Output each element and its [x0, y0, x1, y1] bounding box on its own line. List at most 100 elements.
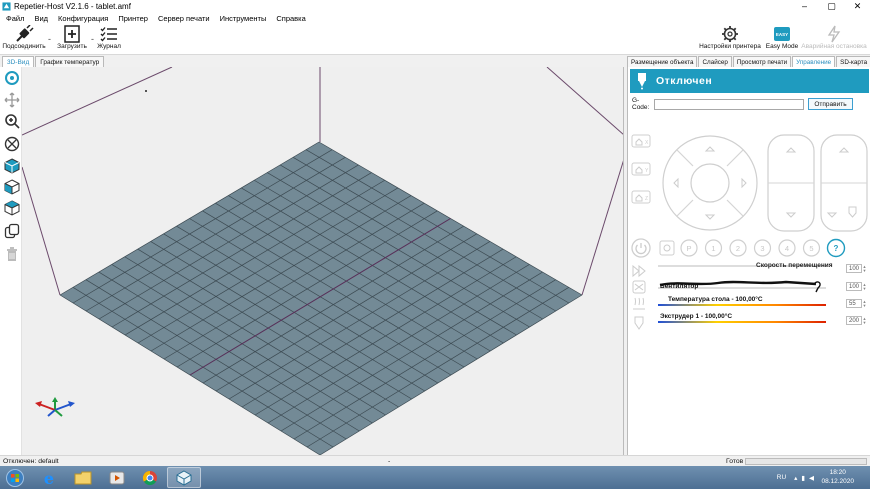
- trash-icon: [6, 246, 17, 261]
- load-label: Загрузить: [57, 43, 87, 50]
- status-middle: -: [388, 457, 391, 465]
- tab-3d-view[interactable]: 3D-Вид: [2, 56, 35, 67]
- clock-time: 18:20: [829, 469, 846, 476]
- extruder-temp-value[interactable]: 200: [846, 316, 862, 325]
- taskbar-repetier[interactable]: [167, 467, 201, 488]
- home-x-button[interactable]: X: [631, 134, 651, 148]
- fit-icon: [4, 136, 19, 151]
- menu-tools[interactable]: Инструменты: [220, 14, 267, 23]
- xy-jog-pad[interactable]: [660, 133, 760, 233]
- zoom-tool[interactable]: [3, 112, 20, 129]
- menu-view[interactable]: Вид: [34, 14, 48, 23]
- extruder-temp-label: Экструдер 1 - 100,00°C: [660, 313, 733, 320]
- menu-print-server[interactable]: Сервер печати: [158, 14, 210, 23]
- view-front-tool[interactable]: [3, 178, 20, 195]
- menu-file[interactable]: Файл: [6, 14, 24, 23]
- connection-status-header: Отключен: [630, 69, 869, 93]
- load-button[interactable]: Загрузить: [54, 25, 90, 55]
- folder-icon: [74, 471, 92, 484]
- home-z-button[interactable]: Z: [631, 190, 651, 204]
- fan-spinner[interactable]: ▲ ▼: [862, 282, 867, 291]
- taskbar-media[interactable]: [100, 467, 134, 488]
- home-y-button[interactable]: Y: [631, 162, 651, 176]
- view-iso-tool[interactable]: [3, 157, 20, 174]
- motors-off-button[interactable]: [659, 240, 675, 256]
- gear-icon: [722, 26, 738, 42]
- maximize-button[interactable]: ▢: [818, 0, 845, 12]
- bed-temp-value[interactable]: 55: [846, 299, 862, 308]
- clock-date: 08.12.2020: [821, 478, 854, 485]
- printer-settings-button[interactable]: Настройки принтера: [698, 25, 762, 55]
- svg-text:5: 5: [809, 244, 813, 253]
- delete-object-tool[interactable]: [3, 245, 20, 262]
- tab-slicer[interactable]: Слайсер: [698, 56, 732, 67]
- move-tool[interactable]: [3, 91, 20, 108]
- gcode-input[interactable]: [654, 98, 804, 110]
- language-indicator[interactable]: RU: [777, 474, 786, 481]
- home-buttons: X Y Z: [631, 134, 651, 204]
- svg-text:?: ?: [834, 244, 839, 253]
- menu-config[interactable]: Конфигурация: [58, 14, 108, 23]
- close-button[interactable]: ✕: [844, 0, 870, 12]
- speed-spinner[interactable]: ▲ ▼: [862, 264, 867, 273]
- volume-edge-top-left: [22, 67, 173, 136]
- tab-temperature-graph[interactable]: График температур: [35, 56, 105, 67]
- start-button[interactable]: [2, 467, 28, 488]
- send-button[interactable]: Отправить: [808, 98, 853, 110]
- park-button[interactable]: P: [680, 239, 698, 257]
- extruder-3-button[interactable]: 3: [753, 239, 772, 257]
- tab-print-preview[interactable]: Просмотр печати: [732, 56, 792, 67]
- maximize-icon: ▢: [827, 0, 836, 11]
- tab-manual-control[interactable]: Управление: [792, 56, 836, 67]
- tab-sd-card[interactable]: SD-карта: [836, 56, 870, 67]
- taskbar-ie[interactable]: e: [32, 467, 66, 488]
- extruder-1-button[interactable]: 1: [704, 239, 723, 257]
- speed-value[interactable]: 100: [846, 264, 862, 273]
- extruder-4-button[interactable]: 4: [778, 239, 796, 257]
- volume-icon[interactable]: ◀: [809, 474, 814, 482]
- menu-help[interactable]: Справка: [276, 14, 305, 23]
- main-toolbar: Подсоединить - Загрузить - Журнал Настро…: [0, 25, 870, 55]
- minimize-button[interactable]: –: [791, 0, 818, 12]
- taskbar-explorer[interactable]: [66, 467, 100, 488]
- easy-mode-button[interactable]: EASY Easy Mode: [765, 25, 799, 55]
- network-icon[interactable]: ▮: [801, 474, 805, 482]
- menu-printer[interactable]: Принтер: [118, 14, 148, 23]
- axis-gizmo: [35, 397, 75, 417]
- extruder-5-button[interactable]: 5: [802, 239, 821, 257]
- close-icon: ✕: [853, 0, 862, 11]
- chrome-icon: [142, 470, 157, 485]
- build-plate-grid: [59, 141, 583, 455]
- emergency-stop-button[interactable]: Аварийная остановка: [800, 25, 868, 55]
- connect-label: Подсоединить: [2, 43, 46, 50]
- fan-value[interactable]: 100: [846, 282, 862, 291]
- view-top-tool[interactable]: [3, 199, 20, 216]
- extruder-2-button[interactable]: 2: [729, 239, 747, 257]
- viewport-toolbar: [0, 67, 22, 455]
- rotate-tool[interactable]: [3, 69, 20, 86]
- cube-icon: [4, 157, 19, 174]
- z-jog-pad[interactable]: [766, 133, 816, 233]
- tray-arrow-icon[interactable]: ▴: [794, 474, 797, 482]
- clock[interactable]: 18:20 08.12.2020: [821, 468, 854, 486]
- copy-icon: [4, 223, 19, 238]
- window-title: Repetier-Host V2.1.6 - tablet.amf: [14, 1, 131, 11]
- speed-slider-row: Скорость перемещения 100 ▲ ▼: [658, 262, 868, 275]
- help-button[interactable]: ?: [826, 238, 846, 258]
- 3d-viewport[interactable]: [22, 67, 624, 455]
- title-bar: Repetier-Host V2.1.6 - tablet.amf: [0, 0, 870, 12]
- log-button[interactable]: Журнал: [96, 25, 122, 55]
- copy-object-tool[interactable]: [3, 222, 20, 239]
- connect-button[interactable]: Подсоединить: [2, 25, 46, 55]
- power-button[interactable]: [631, 238, 651, 258]
- right-panel-tabs: Размещение объекта Слайсер Просмотр печа…: [627, 55, 870, 67]
- menu-bar: Файл Вид Конфигурация Принтер Сервер печ…: [0, 12, 870, 25]
- connection-status: Отключен: [656, 75, 713, 87]
- bed-temp-spinner[interactable]: ▲ ▼: [862, 299, 867, 308]
- extruder-temp-spinner[interactable]: ▲ ▼: [862, 316, 867, 325]
- extruder-jog-pad[interactable]: [819, 133, 869, 233]
- taskbar-chrome[interactable]: [133, 467, 167, 488]
- log-label: Журнал: [97, 43, 121, 50]
- fit-view-tool[interactable]: [3, 135, 20, 152]
- tab-object-placement[interactable]: Размещение объекта: [627, 56, 698, 67]
